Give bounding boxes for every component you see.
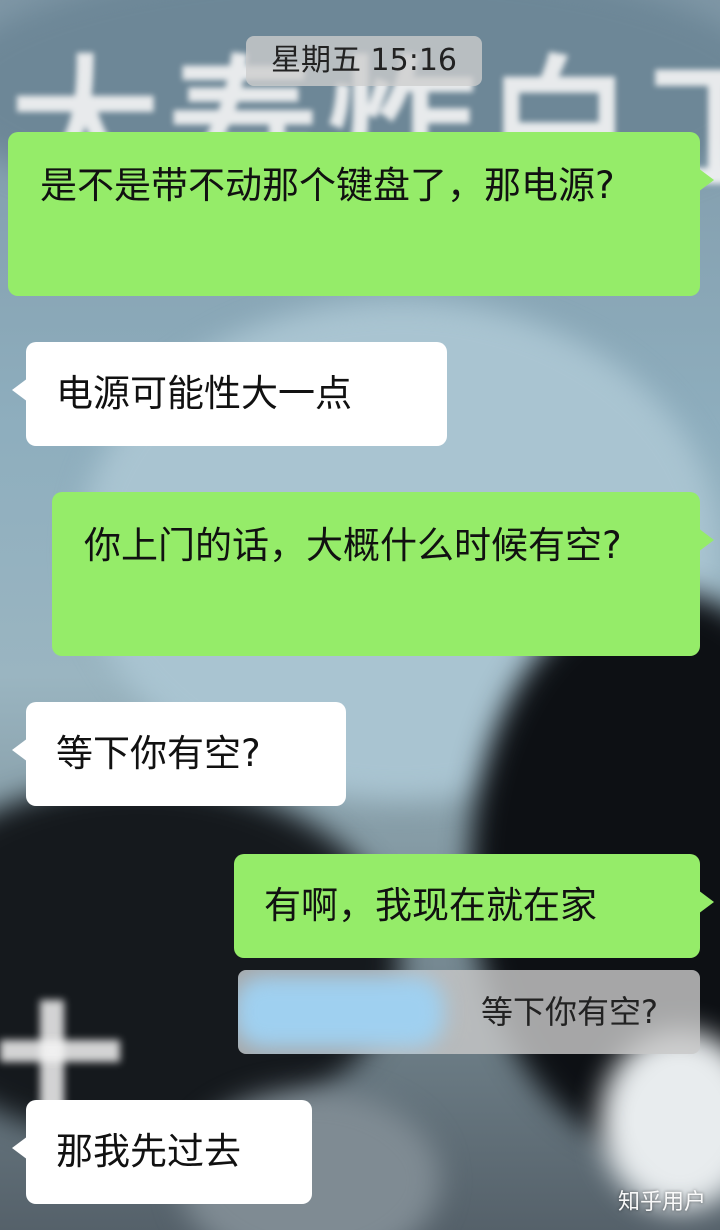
chat-timestamp: 星期五 15:16 bbox=[246, 36, 482, 86]
message-bubble-received[interactable]: 电源可能性大一点 bbox=[12, 342, 447, 446]
zhihu-watermark: 知乎用户 bbox=[617, 1190, 706, 1215]
message-text: 是不是带不动那个键盘了，那电源? bbox=[40, 164, 615, 207]
message-bubble-sent[interactable]: 是不是带不动那个键盘了，那电源? bbox=[8, 132, 714, 296]
message-bubble-received[interactable]: 等下你有空? bbox=[12, 702, 346, 806]
message-bubble-sent[interactable]: 有啊，我现在就在家 bbox=[234, 854, 714, 958]
quoted-sender-blurred bbox=[238, 976, 444, 1048]
message-text: 有啊，我现在就在家 bbox=[264, 884, 597, 927]
message-text: 你上门的话，大概什么时候有空? bbox=[84, 524, 622, 567]
message-text: 电源可能性大一点 bbox=[56, 372, 352, 415]
message-text: 等下你有空? bbox=[56, 732, 261, 775]
message-bubble-received[interactable]: 那我先过去 bbox=[12, 1100, 312, 1204]
quoted-message-text: 等下你有空? bbox=[481, 993, 658, 1031]
message-text: 那我先过去 bbox=[56, 1130, 241, 1173]
message-bubble-sent[interactable]: 你上门的话，大概什么时候有空? bbox=[52, 492, 714, 656]
quoted-message[interactable]: 等下你有空? bbox=[238, 970, 700, 1054]
